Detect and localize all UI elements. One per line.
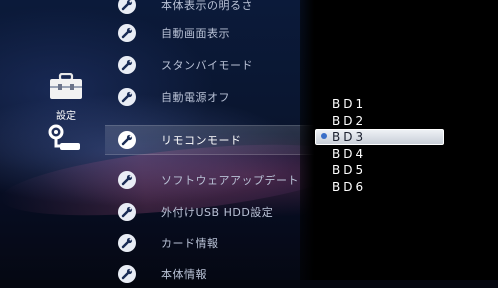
- settings-item-standby-mode[interactable]: スタンバイモード: [105, 51, 315, 79]
- settings-item-label: リモコンモード: [161, 134, 242, 147]
- settings-item-label: ソフトウェアアップデート: [161, 174, 299, 187]
- network-icon: [42, 122, 90, 156]
- option-label: BD4: [332, 146, 367, 161]
- wrench-icon: [118, 0, 136, 14]
- option-bd1[interactable]: BD1: [332, 96, 366, 111]
- wrench-icon: [118, 234, 136, 252]
- option-bd2[interactable]: BD2: [332, 113, 366, 128]
- option-label: BD6: [332, 179, 367, 194]
- settings-item-system-info[interactable]: 本体情報: [105, 260, 315, 288]
- wrench-icon: [118, 56, 136, 74]
- settings-item-label: スタンバイモード: [161, 59, 253, 72]
- wrench-icon: [118, 131, 136, 149]
- settings-item-display-brightness[interactable]: 本体表示の明るさ: [105, 0, 315, 19]
- wrench-icon: [118, 171, 136, 189]
- settings-item-card-info[interactable]: カード情報: [105, 229, 315, 257]
- settings-item-label: 自動電源オフ: [161, 91, 230, 104]
- selected-dot-icon: [321, 133, 327, 139]
- toolbox-icon: [42, 70, 90, 104]
- wrench-icon: [118, 24, 136, 42]
- option-label: BD3: [332, 129, 367, 144]
- category-network[interactable]: [42, 122, 90, 156]
- settings-item-remote-mode[interactable]: リモコンモード: [105, 125, 315, 155]
- option-label: BD1: [332, 96, 367, 111]
- category-settings[interactable]: 設定: [42, 70, 90, 122]
- settings-item-auto-display[interactable]: 自動画面表示: [105, 19, 315, 47]
- option-bd6[interactable]: BD6: [332, 179, 366, 194]
- option-label: BD2: [332, 113, 367, 128]
- wrench-icon: [118, 88, 136, 106]
- wrench-icon: [118, 203, 136, 221]
- option-bd3[interactable]: BD3: [332, 129, 366, 144]
- wrench-icon: [118, 265, 136, 283]
- settings-item-label: 本体表示の明るさ: [161, 0, 253, 12]
- settings-item-label: カード情報: [161, 237, 219, 250]
- settings-item-label: 外付けUSB HDD設定: [161, 206, 274, 219]
- settings-item-external-usb-hdd[interactable]: 外付けUSB HDD設定: [105, 198, 315, 226]
- option-bd4[interactable]: BD4: [332, 146, 366, 161]
- category-label: 設定: [56, 111, 76, 122]
- settings-item-auto-power-off[interactable]: 自動電源オフ: [105, 83, 315, 111]
- option-label: BD5: [332, 162, 367, 177]
- option-bd5[interactable]: BD5: [332, 162, 366, 177]
- settings-item-software-update[interactable]: ソフトウェアアップデート: [105, 166, 315, 194]
- settings-item-label: 自動画面表示: [161, 27, 230, 40]
